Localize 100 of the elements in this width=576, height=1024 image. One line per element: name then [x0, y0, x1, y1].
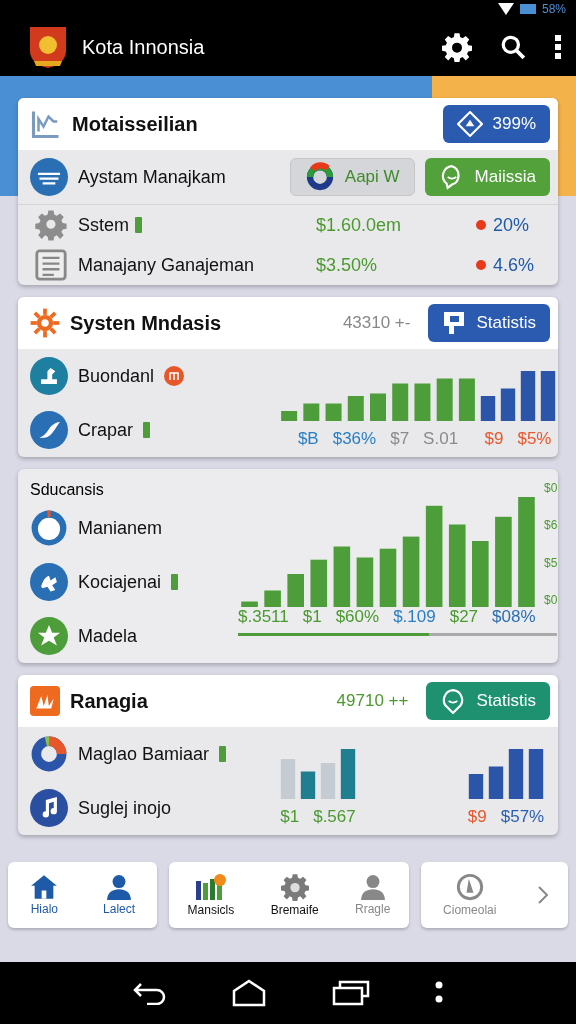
- bar: [264, 590, 281, 607]
- bar: [468, 774, 484, 799]
- count-label: 49710 ++: [336, 691, 409, 711]
- value-label: $B: [297, 429, 319, 449]
- axis-label: $0: [544, 481, 558, 495]
- bar: [508, 749, 524, 799]
- bar: [303, 403, 320, 421]
- bar: [300, 771, 316, 799]
- count-label: 43310 +-: [342, 313, 411, 333]
- person-icon: [359, 874, 386, 900]
- nav-item[interactable]: Mansicls: [181, 872, 241, 918]
- value-label: $9: [484, 429, 504, 449]
- bar: [414, 383, 431, 421]
- search-icon[interactable]: [500, 34, 526, 60]
- music-note-icon: [30, 789, 68, 827]
- waves-icon: [30, 158, 68, 196]
- bar: [280, 759, 296, 799]
- status-dot: [476, 260, 486, 270]
- card-title: Motaisseilian: [72, 112, 199, 136]
- bar: [392, 383, 409, 421]
- value-label: $.109: [393, 607, 436, 627]
- nav-item[interactable]: Ciomeolai: [437, 872, 503, 918]
- bar: [528, 749, 544, 799]
- person-icon: [106, 874, 133, 900]
- leaf-tile-icon: [30, 686, 60, 716]
- value-label: $57%: [500, 807, 545, 827]
- value-label: $7: [390, 429, 410, 449]
- nav-item[interactable]: Lalect: [97, 873, 142, 917]
- ring-icon: [304, 162, 335, 192]
- status-dot: [476, 220, 486, 230]
- bar: [488, 766, 504, 799]
- card-title: Sducansis: [30, 481, 105, 499]
- row-name: Suglej inojo: [78, 797, 172, 819]
- row-name: Madela: [78, 625, 138, 647]
- tag-icon: [219, 746, 227, 762]
- row-name: Sstem: [78, 214, 129, 236]
- bar: [356, 557, 374, 607]
- value-label: $1: [280, 807, 300, 827]
- tag-icon: [143, 422, 151, 438]
- bar: [540, 371, 556, 421]
- diamond-icon: [456, 111, 483, 137]
- bar: [458, 378, 475, 421]
- amount: $1.60.0em: [316, 214, 403, 236]
- percent-button[interactable]: 399%: [442, 105, 550, 143]
- board-icon: [442, 310, 467, 336]
- bar: [480, 396, 496, 421]
- bar: [347, 396, 364, 421]
- statistics-button[interactable]: Statistis: [426, 682, 550, 720]
- gear-icon: [34, 208, 68, 242]
- menu-icon[interactable]: [554, 34, 562, 60]
- bar: [472, 541, 489, 607]
- home-icon[interactable]: [232, 979, 267, 1007]
- recent-apps-icon[interactable]: [331, 980, 370, 1006]
- value-label: $36%: [332, 429, 377, 449]
- nav-item[interactable]: Bremaife: [264, 872, 325, 918]
- donut-icon: [30, 735, 68, 773]
- nav-item[interactable]: Rragle: [349, 873, 397, 917]
- bar: [520, 371, 536, 421]
- crest-icon: [28, 25, 68, 69]
- change-value: 20%: [493, 214, 530, 236]
- axis-label: $5: [544, 555, 558, 570]
- badge-icon: [164, 366, 185, 386]
- bar-chart-icon: [193, 873, 228, 901]
- value-label: S.01: [423, 429, 459, 449]
- value-label: $1: [302, 607, 322, 627]
- chart-icon: [30, 109, 62, 139]
- axis-label: $0: [544, 593, 558, 607]
- value-label: $08%: [492, 607, 536, 627]
- card-title: Systen Mndasis: [70, 311, 223, 335]
- bar: [310, 559, 328, 607]
- gear-icon: [280, 873, 309, 901]
- row-name: Kociajenai: [78, 571, 162, 593]
- bar: [379, 548, 397, 607]
- bar: [402, 536, 420, 607]
- back-icon[interactable]: [132, 981, 167, 1005]
- value-label: $27: [449, 607, 479, 627]
- nav-item[interactable]: Hialo: [24, 873, 65, 917]
- row-name: Manajany Ganajeman: [78, 254, 255, 276]
- bar: [281, 411, 298, 421]
- row-name: Crapar: [78, 419, 134, 441]
- amount: $3.50%: [316, 254, 379, 276]
- settings-icon[interactable]: [442, 32, 472, 62]
- bar: [436, 378, 453, 421]
- value-label: $.3511: [238, 607, 289, 627]
- change-value: 4.6%: [493, 254, 535, 276]
- bar: [340, 749, 356, 799]
- tag-icon: [171, 574, 179, 590]
- bar: [500, 388, 516, 421]
- row-name: Buondanl: [78, 365, 155, 387]
- battery-level: 58%: [541, 2, 566, 16]
- ring-icon: [30, 509, 68, 547]
- bar: [333, 546, 351, 607]
- service-name: Aystam Manajkam: [78, 166, 227, 188]
- value-label: $.567: [313, 807, 356, 827]
- battery-icon: [519, 4, 536, 14]
- home-icon: [30, 874, 59, 900]
- tag-icon: [135, 217, 142, 233]
- value-label: $9: [467, 807, 487, 827]
- bar: [320, 763, 336, 799]
- statistics-button[interactable]: Statistis: [428, 304, 550, 342]
